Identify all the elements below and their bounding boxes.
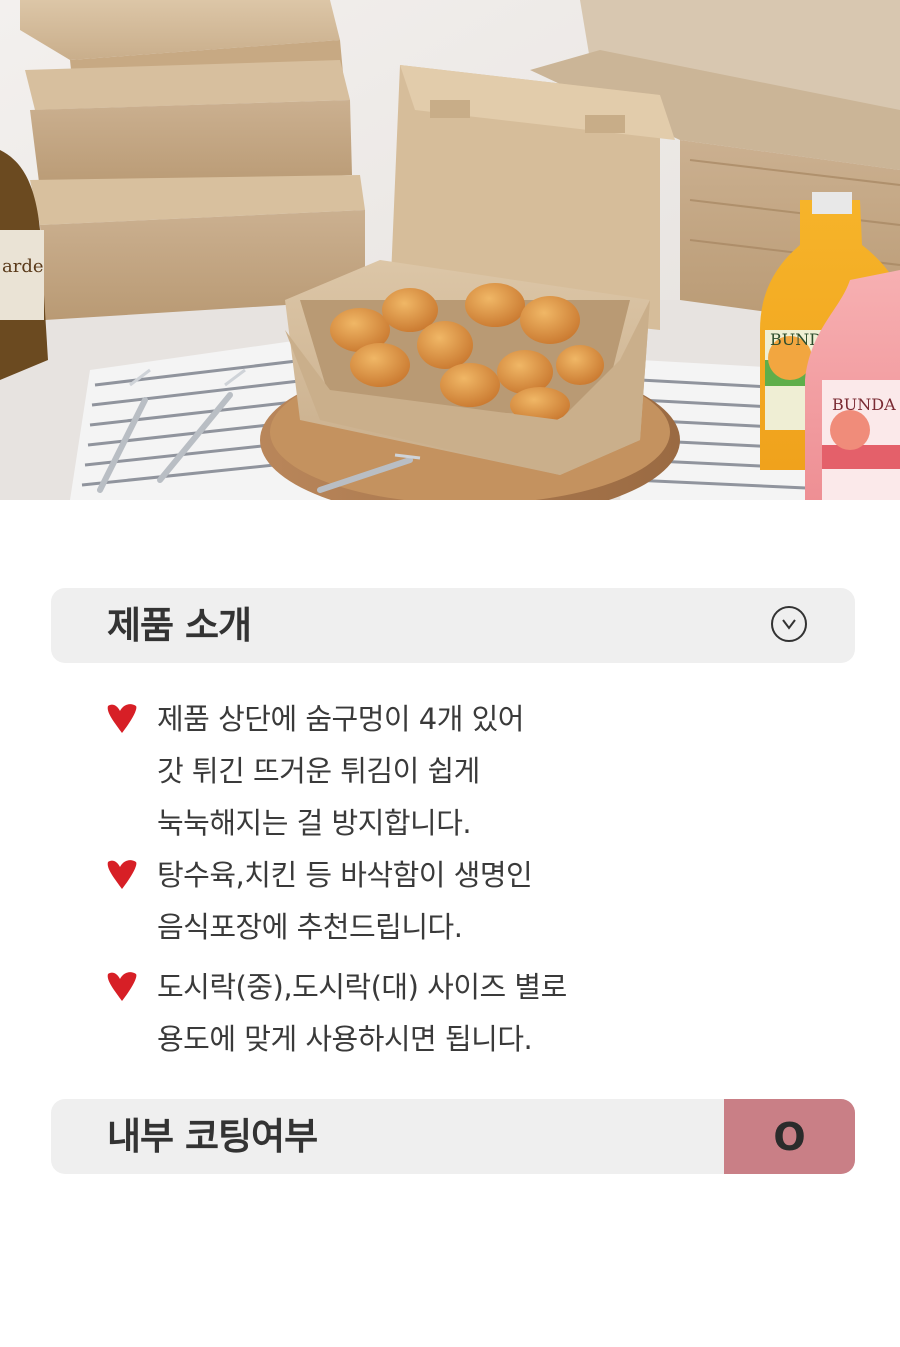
list-item: 탕수육,치킨 등 바삭함이 생명인 음식포장에 추천드립니다. xyxy=(104,849,804,961)
product-intro-title: 제품 소개 xyxy=(107,604,252,647)
heart-bullet-icon xyxy=(107,860,137,889)
feature-line: 제품 상단에 숨구멍이 4개 있어 xyxy=(157,702,524,736)
inner-coating-value-box: O xyxy=(724,1099,855,1174)
inner-coating-value: O xyxy=(773,1114,806,1159)
chevron-down-circle-icon[interactable] xyxy=(771,606,807,642)
heart-bullet-icon xyxy=(107,972,137,1001)
inner-coating-label: 내부 코팅여부 xyxy=(107,1115,318,1158)
feature-line: 도시락(중),도시락(대) 사이즈 별로 xyxy=(157,970,567,1004)
svg-text:BUNDA: BUNDA xyxy=(832,395,896,414)
list-item: 제품 상단에 숨구멍이 4개 있어 갓 튀긴 뜨거운 튀김이 쉽게 눅눅해지는 … xyxy=(104,693,804,849)
feature-line: 눅눅해지는 걸 방지합니다. xyxy=(157,806,472,840)
svg-text:arde: arde xyxy=(2,256,44,277)
list-item: 도시락(중),도시락(대) 사이즈 별로 용도에 맞게 사용하시면 됩니다. xyxy=(104,961,804,1065)
inner-coating-row: 내부 코팅여부 O xyxy=(51,1099,855,1174)
feature-line: 음식포장에 추천드립니다. xyxy=(157,910,463,944)
hero-product-photo: arde BUNDA xyxy=(0,0,900,500)
feature-list: 제품 상단에 숨구멍이 4개 있어 갓 튀긴 뜨거운 튀김이 쉽게 눅눅해지는 … xyxy=(104,693,804,1065)
product-intro-header[interactable]: 제품 소개 xyxy=(51,588,855,663)
heart-bullet-icon xyxy=(107,704,137,733)
feature-line: 용도에 맞게 사용하시면 됩니다. xyxy=(157,1022,533,1056)
feature-line: 탕수육,치킨 등 바삭함이 생명인 xyxy=(157,858,533,892)
feature-line: 갓 튀긴 뜨거운 튀김이 쉽게 xyxy=(157,754,480,788)
